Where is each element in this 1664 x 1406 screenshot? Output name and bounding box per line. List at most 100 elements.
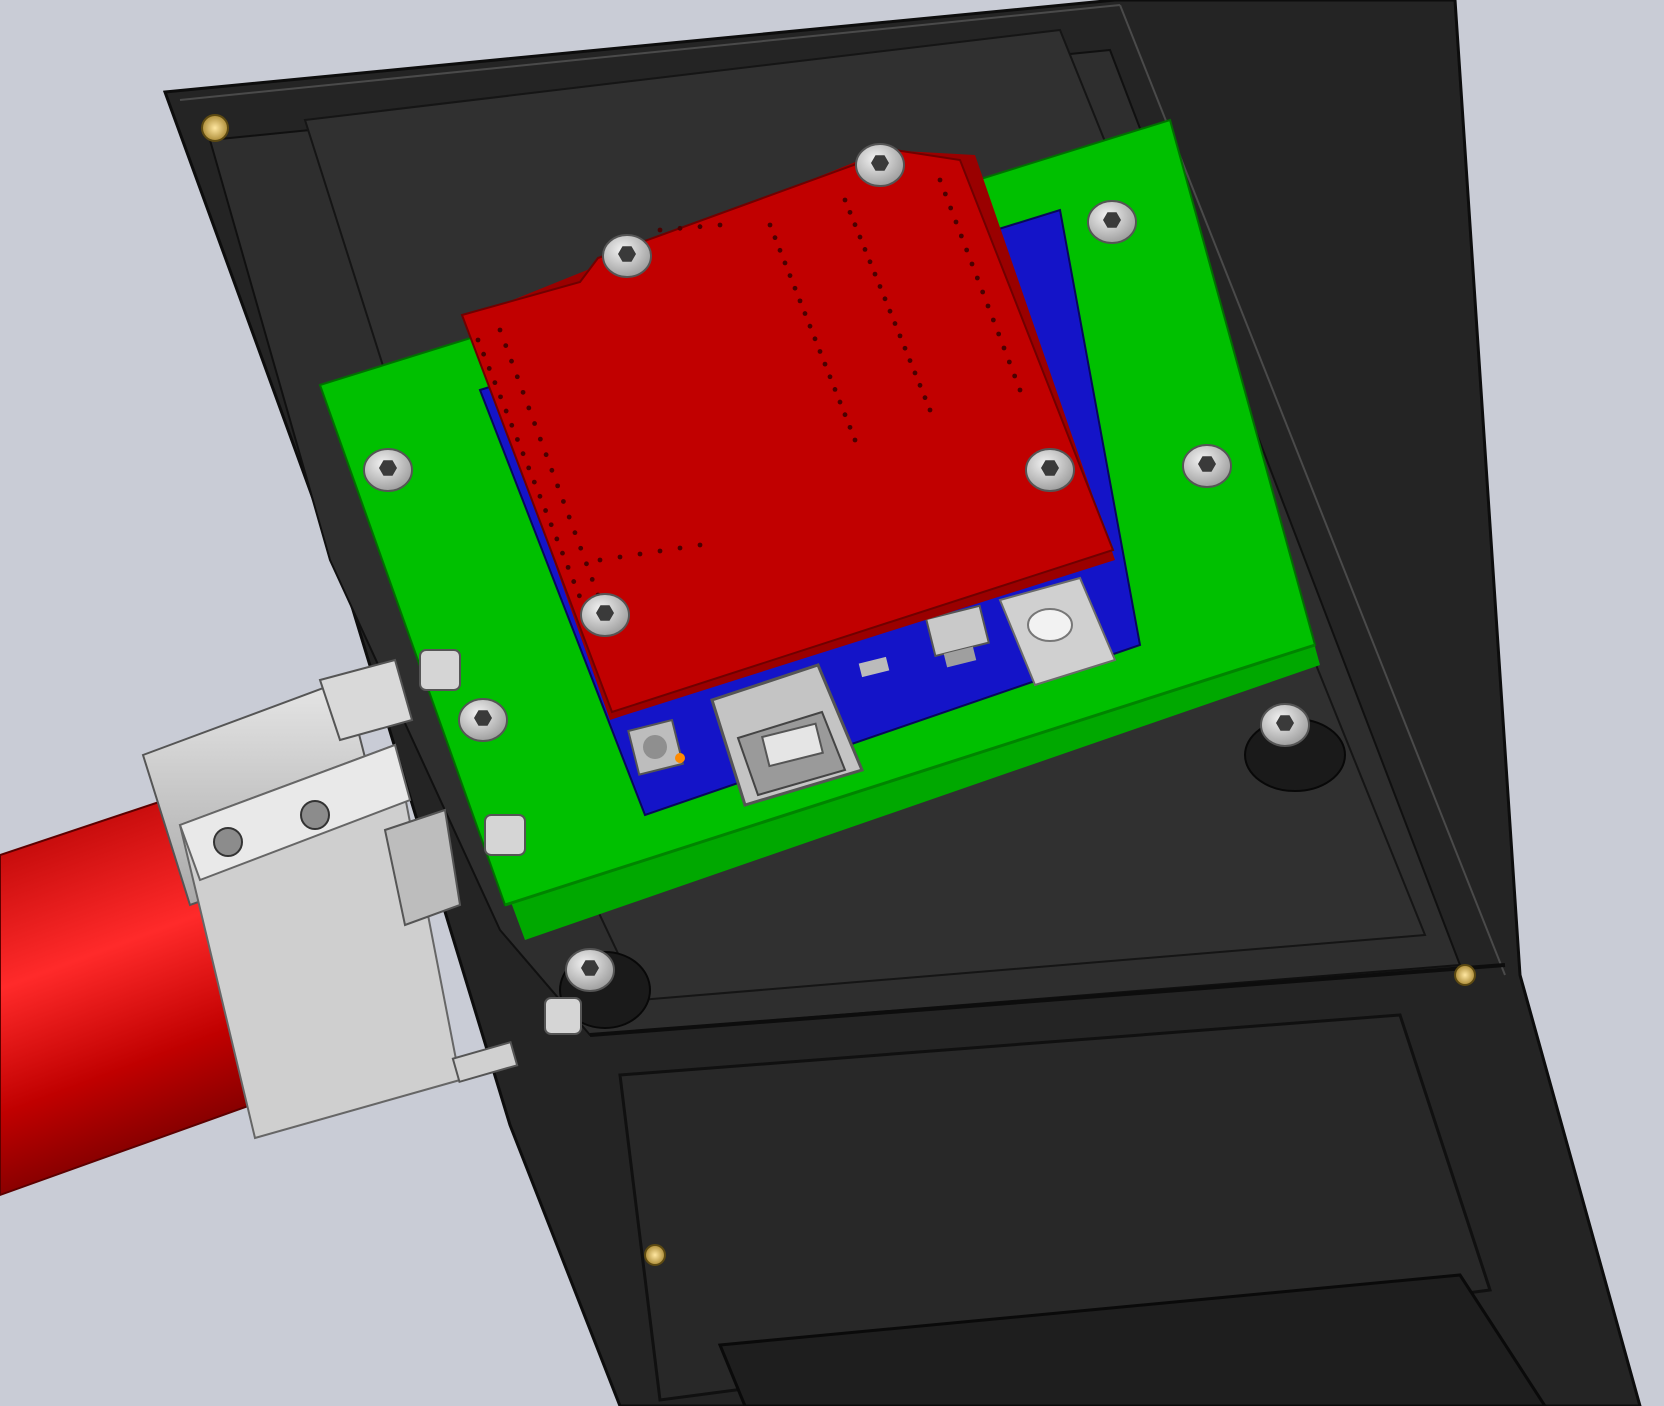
pin-hole-icon — [543, 508, 548, 513]
pin-hole-icon — [1006, 359, 1012, 365]
pin-hole-icon — [887, 308, 893, 314]
pin-hole-icon — [772, 235, 778, 241]
pin-hole-icon — [561, 499, 566, 504]
pin-hole-icon — [566, 514, 572, 520]
pin-hole-icon — [537, 493, 543, 499]
pin-hole-icon — [857, 234, 863, 240]
pin-hole-icon — [576, 593, 582, 599]
pin-hole-icon — [847, 424, 853, 430]
pin-hole-icon — [637, 551, 643, 557]
pin-hole-icon — [832, 387, 838, 392]
pin-hole-icon — [526, 465, 532, 471]
hex-socket-screw-icon — [458, 698, 508, 742]
pin-hole-icon — [892, 321, 898, 326]
pin-hole-icon — [922, 395, 928, 401]
pin-hole-icon — [980, 289, 986, 295]
pin-hole-icon — [492, 380, 498, 386]
pin-hole-icon — [777, 247, 783, 253]
pin-hole-icon — [822, 361, 828, 367]
pin-hole-icon — [912, 370, 918, 376]
pin-hole-icon — [1012, 373, 1018, 379]
pin-hole-icon — [520, 389, 526, 395]
pin-hole-icon — [571, 579, 577, 584]
pin-hole-icon — [990, 317, 996, 323]
pin-hole-icon — [842, 197, 848, 203]
pin-hole-icon — [852, 222, 858, 228]
pin-hole-icon — [697, 224, 703, 230]
pin-hole-icon — [677, 545, 683, 551]
hex-socket-screw-icon — [580, 593, 630, 637]
brass-insert-icon — [644, 1244, 666, 1266]
pin-hole-icon — [555, 483, 561, 489]
pin-hole-icon — [503, 343, 509, 348]
pin-hole-icon — [717, 222, 723, 228]
pin-hole-icon — [937, 177, 943, 183]
pin-hole-icon — [847, 209, 853, 215]
pin-hole-icon — [497, 327, 503, 333]
pin-hole-icon — [927, 407, 933, 413]
pin-hole-icon — [953, 219, 959, 225]
pin-hole-icon — [867, 259, 873, 265]
pin-hole-icon — [509, 422, 515, 428]
pin-hole-icon — [862, 247, 868, 252]
brass-insert-icon — [1454, 964, 1476, 986]
pin-hole-icon — [1017, 387, 1023, 393]
pin-hole-icon — [827, 374, 833, 380]
cad-model-view — [0, 0, 1642, 1406]
brass-insert-icon — [201, 114, 229, 142]
pin-hole-icon — [842, 412, 848, 418]
pin-hole-icon — [812, 336, 818, 342]
pin-hole-icon — [617, 554, 623, 560]
hex-socket-screw-icon — [602, 234, 652, 278]
pin-hole-icon — [958, 233, 964, 239]
pin-hole-icon — [537, 436, 543, 442]
hex-socket-screw-icon — [1260, 703, 1310, 747]
pin-hole-icon — [498, 394, 503, 400]
pin-hole-icon — [657, 227, 663, 233]
hex-socket-screw-icon — [855, 143, 905, 187]
pin-hole-icon — [554, 536, 560, 542]
hex-socket-screw-icon — [1182, 444, 1232, 488]
pin-hole-icon — [996, 331, 1002, 337]
pin-hole-icon — [515, 437, 520, 442]
pin-hole-icon — [969, 261, 975, 267]
reset-button-icon — [627, 718, 685, 776]
pin-hole-icon — [531, 479, 537, 485]
pin-hole-icon — [917, 382, 923, 388]
hex-socket-screw-icon — [1087, 200, 1137, 244]
pin-hole-icon — [767, 222, 773, 228]
pin-hole-icon — [509, 358, 514, 364]
pin-hole-icon — [481, 351, 487, 357]
pin-hole-icon — [852, 437, 858, 443]
standoff-pin-icon — [419, 649, 461, 691]
pin-hole-icon — [837, 399, 843, 405]
pin-hole-icon — [942, 191, 948, 197]
pin-hole-icon — [520, 451, 526, 457]
pin-hole-icon — [514, 374, 520, 380]
pin-hole-icon — [974, 275, 980, 281]
pin-hole-icon — [697, 542, 703, 548]
pin-hole-icon — [872, 271, 878, 277]
pin-hole-icon — [817, 349, 823, 354]
pin-hole-icon — [787, 273, 793, 278]
pin-hole-icon — [549, 467, 555, 473]
pin-hole-icon — [964, 247, 970, 253]
hex-socket-screw-icon — [565, 948, 615, 992]
pin-hole-icon — [948, 205, 954, 211]
hex-socket-screw-icon — [1025, 448, 1075, 492]
pin-hole-icon — [882, 296, 888, 302]
pin-hole-icon — [1001, 345, 1007, 351]
pin-hole-icon — [597, 557, 603, 563]
pin-hole-icon — [526, 405, 532, 411]
pin-hole-icon — [589, 577, 595, 582]
pin-hole-icon — [677, 225, 683, 231]
pin-hole-icon — [907, 358, 913, 363]
pin-hole-icon — [572, 530, 578, 536]
pin-hole-icon — [897, 333, 903, 339]
pin-hole-icon — [802, 311, 808, 316]
pin-hole-icon — [503, 408, 509, 414]
pin-hole-icon — [532, 421, 537, 426]
pin-hole-icon — [792, 285, 798, 291]
standoff-pin-icon — [544, 997, 582, 1035]
pin-hole-icon — [782, 260, 788, 266]
